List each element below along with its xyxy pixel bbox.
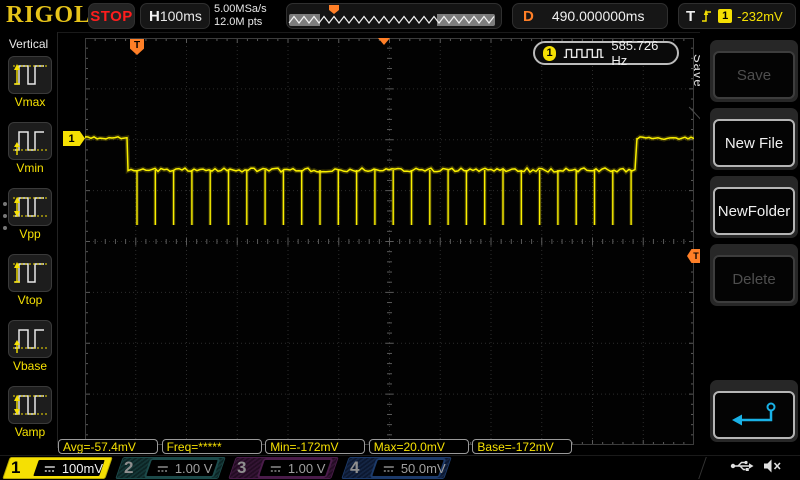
trigger-settings[interactable]: T 1 -232mV bbox=[678, 3, 796, 29]
dc-coupling-icon bbox=[384, 465, 394, 471]
preview-trigger-flag bbox=[329, 5, 339, 14]
measurement-base: Base=-172mV bbox=[472, 439, 573, 454]
preview-waveform-icon bbox=[288, 5, 495, 26]
channel-3-scale: 1.00 V bbox=[288, 460, 326, 476]
freq-counter-value: 585.726 Hz bbox=[611, 38, 659, 68]
channel-2-scale: 1.00 V bbox=[175, 460, 213, 476]
menu-button-save-label: Save bbox=[713, 51, 795, 99]
save-menu: Save New File NewFolder Delete bbox=[700, 32, 800, 448]
return-arrow-icon bbox=[732, 402, 776, 426]
menu-button-save[interactable]: Save bbox=[710, 40, 798, 102]
status-divider bbox=[698, 457, 707, 479]
menu-button-new-file-label: New File bbox=[713, 119, 795, 167]
t-label: T bbox=[686, 7, 696, 25]
measure-item-label: Vmin bbox=[16, 161, 44, 175]
menu-button-new-file[interactable]: New File bbox=[710, 108, 798, 170]
channel-4-scale: 50.0mV bbox=[401, 460, 446, 476]
waveform-display-area[interactable] bbox=[85, 38, 694, 445]
dc-coupling-icon bbox=[45, 465, 55, 471]
vtop-icon bbox=[8, 254, 52, 292]
vmin-icon bbox=[8, 122, 52, 160]
page-indicator-dot bbox=[3, 202, 7, 206]
measurement-max: Max=20.0mV bbox=[368, 439, 469, 454]
rigol-logo: RIGOL bbox=[6, 2, 92, 28]
oscilloscope-screen: RIGOL STOP H 100ms 5.00MSa/s 12.0M pts D… bbox=[0, 0, 800, 480]
memory-depth: 12.0M pts bbox=[214, 16, 263, 28]
channel-1-status[interactable]: 1 100mV bbox=[2, 457, 113, 479]
d-label: D bbox=[523, 7, 534, 25]
square-wave-icon bbox=[563, 48, 604, 59]
trigger-source-badge: 1 bbox=[718, 9, 733, 23]
channel-2-number: 2 bbox=[124, 458, 134, 477]
top-status-bar: RIGOL STOP H 100ms 5.00MSa/s 12.0M pts D… bbox=[0, 0, 800, 33]
page-indicator-dot bbox=[3, 226, 7, 230]
channel-1-scale-box: 100mV bbox=[30, 458, 108, 478]
channel-3-status[interactable]: 3 1.00 V bbox=[228, 457, 339, 479]
sample-rate: 5.00MSa/s bbox=[214, 3, 267, 15]
measure-item-vpp[interactable]: Vpp bbox=[7, 188, 53, 241]
measure-item-label: Vtop bbox=[17, 293, 43, 307]
measurement-avg: Avg=-57.4mV bbox=[58, 439, 158, 454]
vpp-icon bbox=[8, 188, 52, 226]
delay-value: 490.000000ms bbox=[551, 8, 645, 24]
measure-item-vbase[interactable]: Vbase bbox=[7, 320, 53, 373]
menu-button-back[interactable] bbox=[710, 380, 798, 442]
trigger-delay[interactable]: D 490.000000ms bbox=[512, 3, 668, 29]
run-state-indicator[interactable]: STOP bbox=[88, 3, 135, 29]
channel-3-scale-box: 1.00 V bbox=[256, 458, 334, 478]
measure-item-vmin[interactable]: Vmin bbox=[7, 122, 53, 175]
frequency-counter: 1 585.726 Hz bbox=[533, 38, 679, 68]
vamp-icon bbox=[8, 386, 52, 424]
screen-center-marker-icon bbox=[378, 38, 390, 45]
freq-counter-channel-badge: 1 bbox=[543, 45, 556, 61]
dc-coupling-icon bbox=[271, 465, 281, 471]
timebase-value: 100ms bbox=[159, 8, 202, 24]
acquisition-info: 5.00MSa/s 12.0M pts bbox=[214, 3, 267, 29]
measure-item-label: Vbase bbox=[12, 359, 48, 373]
channel-2-status[interactable]: 2 1.00 V bbox=[115, 457, 226, 479]
channel1-ground-marker[interactable]: 1 bbox=[63, 131, 85, 146]
measurement-freq: Freq=***** bbox=[161, 439, 262, 454]
vbase-icon bbox=[8, 320, 52, 358]
measure-menu: Vertical Vmax Vmin Vpp Vtop Vbase Vamp bbox=[0, 32, 58, 448]
channel-1-number: 1 bbox=[11, 458, 21, 477]
page-indicator-dot bbox=[3, 214, 7, 218]
waveform-position-preview[interactable] bbox=[286, 3, 502, 29]
measure-menu-title: Vertical bbox=[8, 37, 49, 51]
menu-button-newfolder-label: NewFolder bbox=[713, 187, 795, 235]
menu-button-newfolder[interactable]: NewFolder bbox=[710, 176, 798, 238]
menu-button-delete-label: Delete bbox=[713, 255, 795, 303]
channel-status-bar: 1 100mV 2 1.00 V 3 1.00 V 4 50.0mV bbox=[0, 455, 800, 480]
measurement-min: Min=-172mV bbox=[265, 439, 366, 454]
measure-item-vamp[interactable]: Vamp bbox=[7, 386, 53, 439]
channel-3-number: 3 bbox=[237, 458, 247, 477]
usb-icon bbox=[730, 460, 754, 471]
measure-item-label: Vpp bbox=[19, 227, 41, 241]
h-label: H bbox=[149, 7, 160, 25]
dc-coupling-icon bbox=[158, 465, 168, 471]
run-state-label: STOP bbox=[90, 7, 133, 25]
channel-2-scale-box: 1.00 V bbox=[143, 458, 221, 478]
trigger-level-value: -232mV bbox=[737, 8, 783, 24]
measure-item-vtop[interactable]: Vtop bbox=[7, 254, 53, 307]
channel-4-status[interactable]: 4 50.0mV bbox=[341, 457, 452, 479]
measure-item-label: Vamp bbox=[14, 425, 46, 439]
menu-button-delete[interactable]: Delete bbox=[710, 244, 798, 306]
channel-4-number: 4 bbox=[350, 458, 360, 477]
rising-edge-icon bbox=[702, 9, 712, 22]
menu-button-back-label bbox=[713, 391, 795, 439]
channel-1-scale: 100mV bbox=[62, 460, 104, 476]
vmax-icon bbox=[8, 56, 52, 94]
sound-muted-icon bbox=[764, 459, 781, 473]
horizontal-timebase[interactable]: H 100ms bbox=[140, 3, 210, 29]
measure-item-label: Vmax bbox=[14, 95, 46, 109]
channel-4-scale-box: 50.0mV bbox=[369, 458, 447, 478]
measure-item-vmax[interactable]: Vmax bbox=[7, 56, 53, 109]
